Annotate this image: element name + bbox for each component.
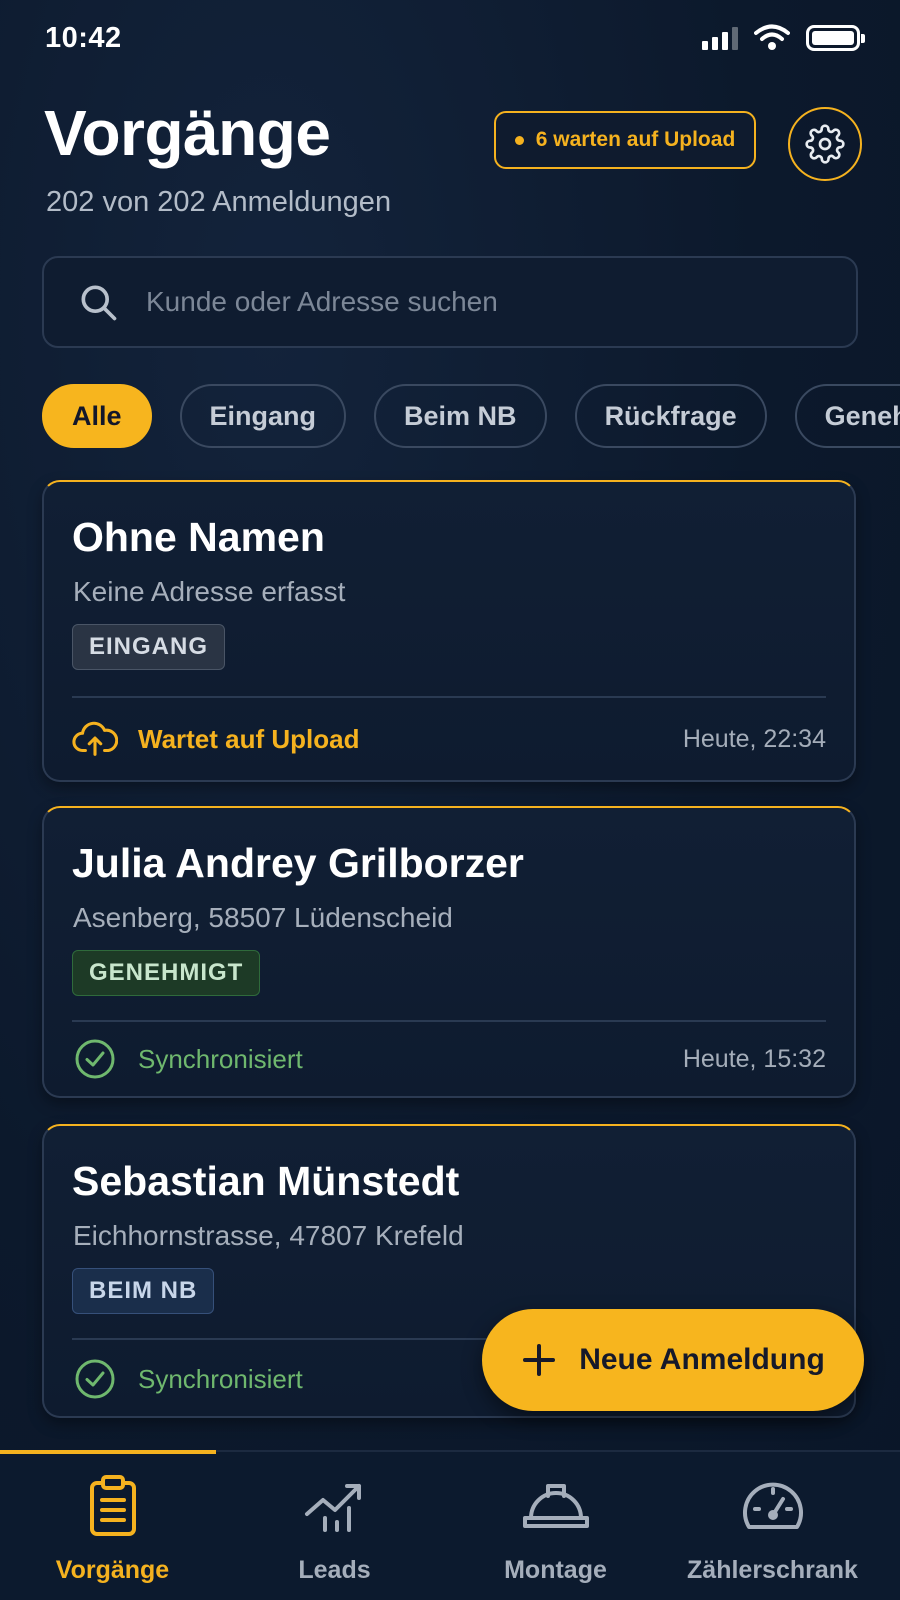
card-footer: Synchronisiert Heute, 15:32 — [72, 1036, 826, 1082]
check-circle-icon — [72, 1356, 118, 1402]
status-bar: 10:42 — [0, 0, 900, 80]
filter-chip-alle[interactable]: Alle — [42, 384, 152, 448]
customer-name: Julia Andrey Grilborzer — [72, 840, 524, 886]
timestamp: Heute, 22:34 — [682, 724, 826, 753]
filter-chips: Alle Eingang Beim NB Rückfrage Genehm — [42, 384, 900, 448]
settings-button[interactable] — [788, 107, 862, 181]
new-registration-label: Neue Anmeldung — [579, 1343, 825, 1376]
timestamp: Heute, 15:32 — [682, 1044, 826, 1073]
card-footer: Wartet auf Upload Heute, 22:34 — [72, 716, 826, 762]
page-title: Vorgänge — [44, 97, 331, 169]
registration-card[interactable]: Ohne Namen Keine Adresse erfasst EINGANG… — [42, 480, 856, 782]
tab-vorgaenge[interactable]: Vorgänge — [0, 1470, 225, 1585]
filter-chip-eingang[interactable]: Eingang — [179, 384, 347, 448]
tab-label: Zählerschrank — [687, 1556, 858, 1584]
trend-chart-icon — [303, 1470, 367, 1542]
gear-icon — [805, 124, 845, 164]
sync-status: Synchronisiert — [138, 1363, 303, 1394]
bottom-tab-bar: Vorgänge Leads Montage Zählerschrank — [0, 1450, 900, 1600]
wifi-icon — [754, 24, 790, 50]
status-badge: GENEHMIGT — [72, 950, 261, 996]
customer-name: Ohne Namen — [72, 514, 325, 560]
registration-count: 202 von 202 Anmeldungen — [46, 186, 392, 218]
customer-address: Asenberg, 58507 Lüdenscheid — [73, 902, 453, 933]
registration-card[interactable]: Julia Andrey Grilborzer Asenberg, 58507 … — [42, 806, 856, 1098]
card-divider — [72, 696, 826, 698]
search-icon — [76, 280, 120, 324]
tab-label: Montage — [504, 1556, 607, 1584]
active-tab-indicator — [0, 1450, 216, 1454]
gauge-icon — [739, 1470, 807, 1542]
tab-leads[interactable]: Leads — [222, 1470, 447, 1585]
new-registration-button[interactable]: Neue Anmeldung — [482, 1309, 864, 1411]
search-input[interactable] — [146, 286, 766, 318]
customer-address: Eichhornstrasse, 47807 Krefeld — [73, 1220, 464, 1251]
plus-icon — [523, 1344, 556, 1376]
app-screen: 10:42 Vorgänge 202 von 202 Anmeldungen 6… — [0, 0, 900, 1600]
pending-upload-badge[interactable]: 6 warten auf Upload — [494, 111, 756, 169]
filter-chip-beim-nb[interactable]: Beim NB — [374, 384, 547, 448]
pending-dot-icon — [514, 135, 524, 145]
status-badge: BEIM NB — [72, 1268, 215, 1314]
clipboard-icon — [87, 1470, 139, 1542]
sync-status: Synchronisiert — [138, 1043, 303, 1074]
tab-label: Leads — [298, 1556, 371, 1584]
tab-label: Vorgänge — [55, 1556, 170, 1584]
status-time: 10:42 — [45, 22, 122, 54]
sync-status: Wartet auf Upload — [138, 723, 360, 754]
pending-upload-label: 6 warten auf Upload — [535, 128, 736, 151]
tab-zaehlerschrank[interactable]: Zählerschrank — [660, 1470, 885, 1585]
search-bar[interactable] — [42, 256, 858, 348]
filter-chip-rueckfrage[interactable]: Rückfrage — [574, 384, 767, 448]
filter-chip-genehmigt[interactable]: Genehm — [794, 384, 900, 448]
hard-hat-icon — [521, 1470, 591, 1542]
check-circle-icon — [72, 1036, 118, 1082]
card-divider — [72, 1020, 826, 1022]
cellular-signal-icon — [702, 26, 738, 50]
customer-address: Keine Adresse erfasst — [73, 576, 346, 607]
customer-name: Sebastian Münstedt — [72, 1158, 460, 1204]
battery-icon — [806, 25, 865, 51]
status-badge: EINGANG — [72, 624, 226, 670]
status-icons — [702, 24, 865, 52]
tab-montage[interactable]: Montage — [443, 1470, 668, 1585]
cloud-upload-icon — [72, 716, 118, 762]
